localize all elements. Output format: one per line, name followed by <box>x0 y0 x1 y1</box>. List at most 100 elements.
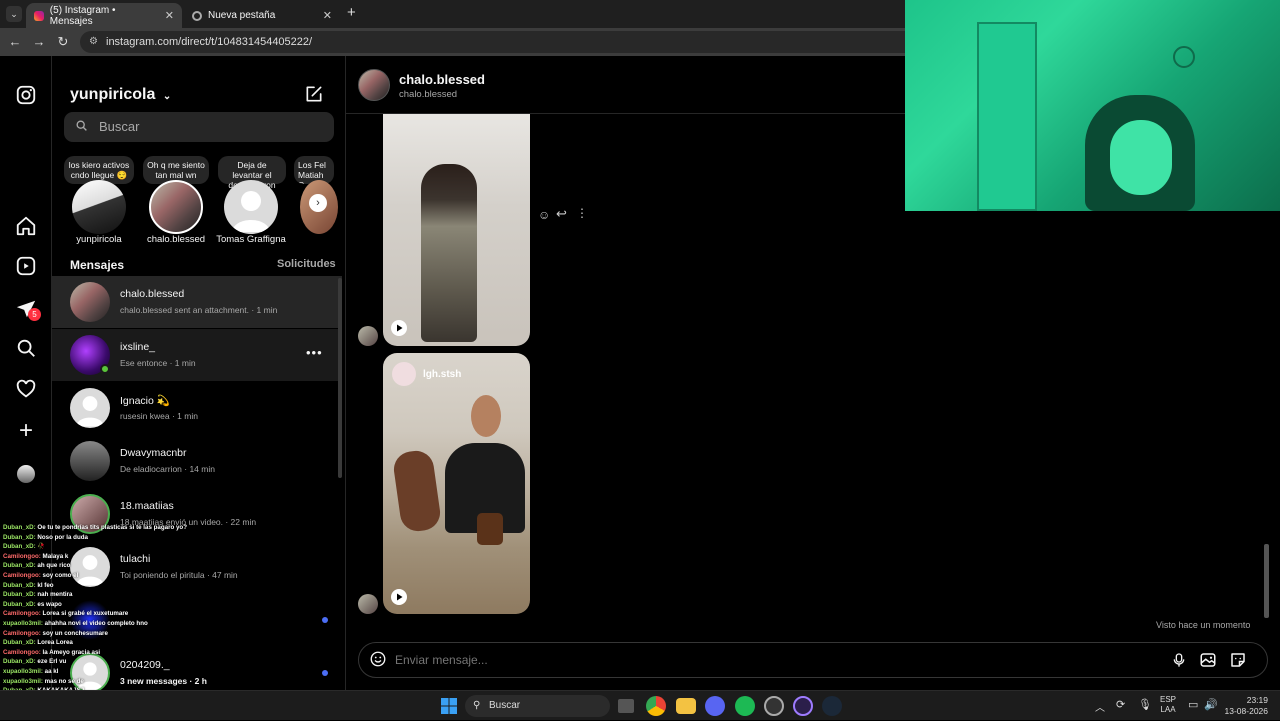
sticker-icon[interactable] <box>1229 651 1247 674</box>
chat-scrollbar[interactable] <box>1264 544 1269 618</box>
network-icon[interactable]: ▭ <box>1188 698 1198 711</box>
story-avatar[interactable] <box>149 180 203 234</box>
message-input[interactable] <box>395 651 1095 669</box>
avatar <box>70 441 110 481</box>
task-view-icon[interactable] <box>618 699 634 713</box>
messages-icon[interactable]: 5 <box>14 298 41 322</box>
clock[interactable]: 23:19 13-08-2026 <box>1224 695 1268 717</box>
shared-post-username[interactable]: lgh.stsh <box>423 369 461 380</box>
more-options-icon[interactable]: ••• <box>306 345 323 360</box>
stream-chat-line: Duban_xD: Oe tu te pondrías tits plastic… <box>3 523 213 533</box>
url-text: instagram.com/direct/t/104831454405222/ <box>106 36 313 48</box>
keyboard-layout: LAA <box>1160 705 1176 714</box>
story-name: yunpiricola <box>76 234 122 245</box>
instagram-logo-icon[interactable] <box>14 84 38 108</box>
unread-dot <box>322 670 328 676</box>
discord-icon[interactable] <box>705 696 725 716</box>
shared-reel-message[interactable]: lgh.stsh <box>383 353 530 614</box>
reply-icon[interactable]: ↩ <box>556 206 567 222</box>
search-icon[interactable] <box>14 337 38 361</box>
play-icon[interactable] <box>391 589 407 605</box>
stream-chat-line: xupaollo3mil: mas no se de <box>3 677 213 687</box>
emoji-icon[interactable] <box>369 650 387 673</box>
obs-icon[interactable] <box>793 696 813 716</box>
stream-chat-message: Oe tu te pondrías tits plasticas si te l… <box>37 524 187 531</box>
tab-instagram[interactable]: (5) Instagram • Mensajes ✕ <box>26 3 182 28</box>
media-figure-head <box>471 395 501 437</box>
story-name: Tomas Graffigna <box>216 234 286 245</box>
stream-chat-line: Duban_xD: Lorea Lorea <box>3 638 213 648</box>
volume-icon[interactable]: 🔊 <box>1204 698 1218 711</box>
chrome-favicon-icon <box>192 10 202 21</box>
stream-chat-user: Duban_xD: <box>3 639 36 647</box>
stream-chat-message: aa kl <box>44 667 59 675</box>
stream-chat-line: Duban_xD: es wapo <box>3 600 213 610</box>
stream-chat-user: Camilongoo: <box>3 552 41 560</box>
chat-avatar[interactable] <box>358 69 390 101</box>
tray-sync-icon[interactable]: ⟳ <box>1116 698 1125 711</box>
search-input[interactable]: Buscar <box>64 112 334 142</box>
story-avatar[interactable] <box>72 180 126 234</box>
tray-mic-icon[interactable]: 🎙 <box>1138 698 1152 711</box>
message-composer[interactable] <box>358 642 1268 678</box>
stream-chat-line: Camilongoo: la Ameyo gracia asi <box>3 648 213 658</box>
play-icon[interactable] <box>391 320 407 336</box>
heart-icon[interactable] <box>14 378 38 402</box>
new-tab-button[interactable]: + <box>347 4 356 21</box>
stream-chat-user: Duban_xD: <box>3 543 36 551</box>
conversation-item[interactable]: Dwavymacnbr De eladiocarrion · 14 min <box>52 435 342 487</box>
stream-chat-user: Duban_xD: <box>3 581 36 589</box>
app-icon[interactable] <box>764 696 784 716</box>
tab-search-button[interactable]: ⌄ <box>6 6 22 22</box>
more-options-icon[interactable]: ⋮ <box>576 206 588 220</box>
default-user-icon <box>75 396 105 427</box>
react-emoji-icon[interactable]: ☺ <box>538 208 550 222</box>
microphone-icon[interactable] <box>1171 651 1187 674</box>
stream-chat-user: Duban_xD: <box>3 600 36 608</box>
forward-arrow-icon[interactable]: → <box>31 34 47 50</box>
windows-start-icon[interactable] <box>439 696 459 716</box>
tray-chevron-icon[interactable]: ︿ <box>1095 699 1105 714</box>
taskbar-search[interactable]: ⚲ Buscar <box>465 695 610 717</box>
media-jar <box>477 513 503 545</box>
stream-chat-message: eze Erl vu <box>37 658 67 666</box>
stream-chat-user: xupaollo3mil: <box>3 619 43 627</box>
spotify-icon[interactable] <box>735 696 755 716</box>
stream-chat-message: soy un conchesumare <box>42 629 108 637</box>
stories-next-button[interactable]: › <box>309 194 327 212</box>
chat-title[interactable]: chalo.blessed <box>399 72 485 87</box>
file-explorer-icon[interactable] <box>676 698 696 714</box>
url-field[interactable]: ⚙ instagram.com/direct/t/104831454405222… <box>80 31 980 53</box>
tab-new[interactable]: Nueva pestaña ✕ <box>184 3 340 28</box>
language-indicator[interactable]: ESP LAA <box>1160 695 1176 715</box>
create-plus-icon[interactable]: + <box>14 419 38 443</box>
account-username[interactable]: yunpiricola ⌄ <box>70 86 171 104</box>
site-info-icon[interactable]: ⚙ <box>89 31 98 53</box>
image-icon[interactable] <box>1199 651 1217 674</box>
conversation-item[interactable]: chalo.blessed chalo.blessed sent an atta… <box>52 276 342 328</box>
stream-chat-user: Duban_xD: <box>3 658 36 666</box>
stream-chat-user: Duban_xD: <box>3 591 36 599</box>
back-arrow-icon[interactable]: ← <box>7 34 23 50</box>
chrome-icon[interactable] <box>646 696 666 716</box>
profile-avatar-icon[interactable] <box>14 462 38 486</box>
conversation-item[interactable]: ixsline_ Ese entonce · 1 min ••• <box>52 329 342 381</box>
home-icon[interactable] <box>14 215 38 239</box>
stream-chat-line: Duban_xD: kl feo <box>3 581 213 591</box>
new-message-icon[interactable] <box>304 84 324 109</box>
requests-link[interactable]: Solicitudes <box>277 258 336 270</box>
instagram-favicon-icon <box>34 10 44 21</box>
webcam-person-face <box>1110 120 1172 195</box>
conversation-item[interactable]: Ignacio 💫 rusesin kwea · 1 min <box>52 382 342 434</box>
chat-subtitle: chalo.blessed <box>399 89 458 100</box>
webcam-sign <box>1173 46 1195 68</box>
sidebar-scrollbar[interactable] <box>338 278 342 478</box>
stream-chat-line: Duban_xD: Noso por la duda <box>3 533 213 543</box>
tab-close-icon[interactable]: ✕ <box>323 9 332 22</box>
reload-icon[interactable]: ↻ <box>55 34 71 50</box>
story-avatar[interactable] <box>224 180 278 234</box>
tab-close-icon[interactable]: ✕ <box>165 9 174 22</box>
video-message[interactable] <box>383 114 530 346</box>
reels-icon[interactable] <box>14 255 38 279</box>
steam-icon[interactable] <box>822 696 842 716</box>
